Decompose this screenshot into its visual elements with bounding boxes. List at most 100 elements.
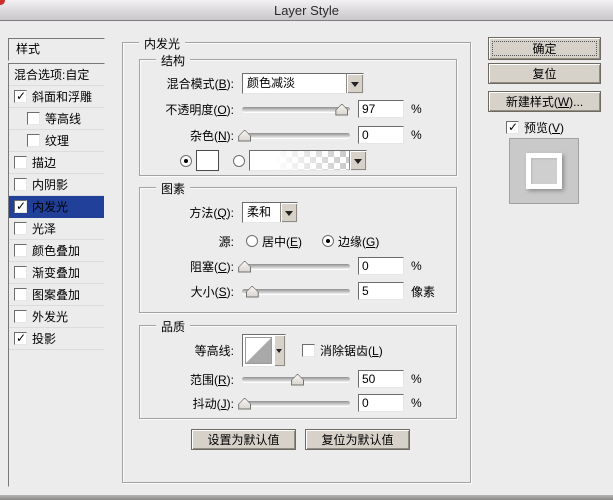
style-item-contour[interactable]: 等高线 [9, 108, 104, 130]
ok-button[interactable]: 确定 [488, 37, 601, 60]
choke-input[interactable] [358, 257, 404, 275]
reset-button[interactable]: 复位 [488, 63, 601, 84]
glow-gradient-picker[interactable] [249, 150, 367, 171]
blend-mode-value: 颜色减淡 [247, 76, 296, 90]
new-style-button[interactable]: 新建样式(W)... [488, 91, 601, 112]
style-item-label: 内发光 [32, 200, 69, 214]
size-slider-thumb[interactable] [245, 285, 259, 298]
make-default-button[interactable]: 设置为默认值 [191, 429, 296, 450]
chevron-down-icon[interactable] [346, 74, 363, 93]
style-item-inner-glow[interactable]: 内发光 [9, 196, 104, 218]
style-checkbox-stroke[interactable] [14, 156, 27, 169]
noise-slider-track[interactable] [242, 132, 350, 138]
preview-label: 预览(V) [524, 121, 565, 135]
range-input[interactable] [358, 370, 404, 388]
contour-thumbnail [245, 337, 272, 364]
noise-unit: % [411, 128, 422, 142]
preview-checkbox[interactable] [506, 120, 519, 134]
range-label: 范围(R): [189, 372, 234, 387]
style-item-texture[interactable]: 纹理 [9, 130, 104, 152]
range-slider[interactable] [242, 372, 350, 387]
glow-gradient-radio[interactable] [233, 154, 245, 167]
structure-group-label: 结构 [156, 52, 191, 69]
opacity-slider-track[interactable] [242, 106, 350, 112]
jitter-input[interactable] [358, 394, 404, 412]
close-button[interactable] [0, 0, 5, 5]
style-item-blending-options[interactable]: 混合选项:自定 [9, 64, 104, 86]
opacity-input[interactable] [358, 100, 404, 118]
style-preview-thumbnail [509, 138, 579, 204]
style-checkbox-outer-glow[interactable] [14, 310, 27, 323]
style-item-bevel-emboss[interactable]: 斜面和浮雕 [9, 86, 104, 108]
choke-slider[interactable] [238, 259, 350, 274]
styles-list: 混合选项:自定斜面和浮雕等高线纹理描边内阴影内发光光泽颜色叠加渐变叠加图案叠加外… [8, 63, 105, 487]
style-item-label: 光泽 [32, 222, 57, 236]
opacity-slider[interactable] [242, 102, 350, 117]
style-item-color-overlay[interactable]: 颜色叠加 [9, 240, 104, 262]
style-checkbox-satin[interactable] [14, 222, 27, 235]
size-label: 大小(S): [190, 284, 234, 299]
blend-mode-select[interactable]: 颜色减淡 [242, 73, 364, 94]
reset-default-button[interactable]: 复位为默认值 [305, 429, 410, 450]
style-checkbox-inner-glow[interactable] [14, 199, 27, 213]
jitter-slider[interactable] [238, 396, 350, 411]
structure-group: 结构 混合模式(B): 颜色减淡 不透明度(O): % 杂色(N): [139, 52, 457, 176]
chevron-down-icon[interactable] [280, 203, 297, 222]
style-item-satin[interactable]: 光泽 [9, 218, 104, 240]
style-item-inner-shadow[interactable]: 内阴影 [9, 174, 104, 196]
style-item-outer-glow[interactable]: 外发光 [9, 306, 104, 328]
style-checkbox-pattern-overlay[interactable] [14, 288, 27, 301]
source-center-radio[interactable] [246, 235, 258, 247]
style-item-label: 投影 [32, 332, 57, 346]
blend-mode-label: 混合模式(B): [166, 77, 234, 91]
styles-panel-header: 样式 [8, 38, 105, 61]
style-item-gradient-overlay[interactable]: 渐变叠加 [9, 262, 104, 284]
jitter-unit: % [411, 396, 422, 410]
range-slider-thumb[interactable] [291, 373, 305, 386]
antialias-checkbox[interactable] [302, 344, 315, 357]
glow-color-radio[interactable] [180, 154, 192, 167]
size-slider[interactable] [242, 284, 350, 299]
contour-label: 等高线: [194, 344, 234, 358]
technique-select[interactable]: 柔和 [242, 202, 298, 223]
style-item-label: 描边 [32, 156, 57, 170]
noise-slider-thumb[interactable] [238, 129, 252, 142]
elements-group-label: 图素 [156, 180, 191, 197]
choke-label: 阻塞(C): [189, 259, 234, 274]
style-item-label: 颜色叠加 [32, 244, 81, 258]
style-item-label: 纹理 [45, 134, 70, 148]
style-checkbox-inner-shadow[interactable] [14, 178, 27, 191]
source-center-label: 居中(E) [262, 234, 303, 249]
opacity-slider-thumb[interactable] [335, 103, 349, 116]
quality-group-label: 品质 [156, 318, 191, 335]
style-item-pattern-overlay[interactable]: 图案叠加 [9, 284, 104, 306]
inner-glow-group-label: 内发光 [139, 35, 186, 52]
size-input[interactable] [358, 282, 404, 300]
style-preview-square [526, 153, 562, 189]
source-edge-radio[interactable] [322, 235, 335, 247]
style-checkbox-drop-shadow[interactable] [14, 331, 27, 345]
noise-label: 杂色(N): [189, 128, 234, 143]
style-checkbox-texture[interactable] [27, 134, 40, 147]
style-checkbox-gradient-overlay[interactable] [14, 266, 27, 279]
jitter-slider-thumb[interactable] [238, 397, 252, 410]
chevron-down-icon[interactable] [274, 335, 285, 366]
choke-slider-track[interactable] [242, 263, 350, 269]
style-item-label: 外发光 [32, 310, 69, 324]
quality-group: 品质 等高线: 消除锯齿(L) 范围(R): % [139, 318, 457, 419]
style-item-label: 斜面和浮雕 [32, 90, 93, 104]
style-item-drop-shadow[interactable]: 投影 [9, 328, 104, 350]
style-checkbox-bevel-emboss[interactable] [14, 89, 27, 103]
style-checkbox-contour[interactable] [27, 112, 40, 125]
glow-color-swatch[interactable] [196, 150, 219, 171]
style-checkbox-color-overlay[interactable] [14, 244, 27, 257]
noise-slider[interactable] [238, 128, 350, 143]
style-item-stroke[interactable]: 描边 [9, 152, 104, 174]
chevron-down-icon[interactable] [349, 151, 366, 170]
noise-input[interactable] [358, 126, 404, 144]
choke-slider-thumb[interactable] [238, 260, 252, 273]
jitter-slider-track[interactable] [242, 400, 350, 406]
contour-picker[interactable] [242, 334, 286, 367]
style-item-label: 渐变叠加 [32, 266, 81, 280]
preview-toggle[interactable]: 预览(V) [506, 119, 564, 136]
